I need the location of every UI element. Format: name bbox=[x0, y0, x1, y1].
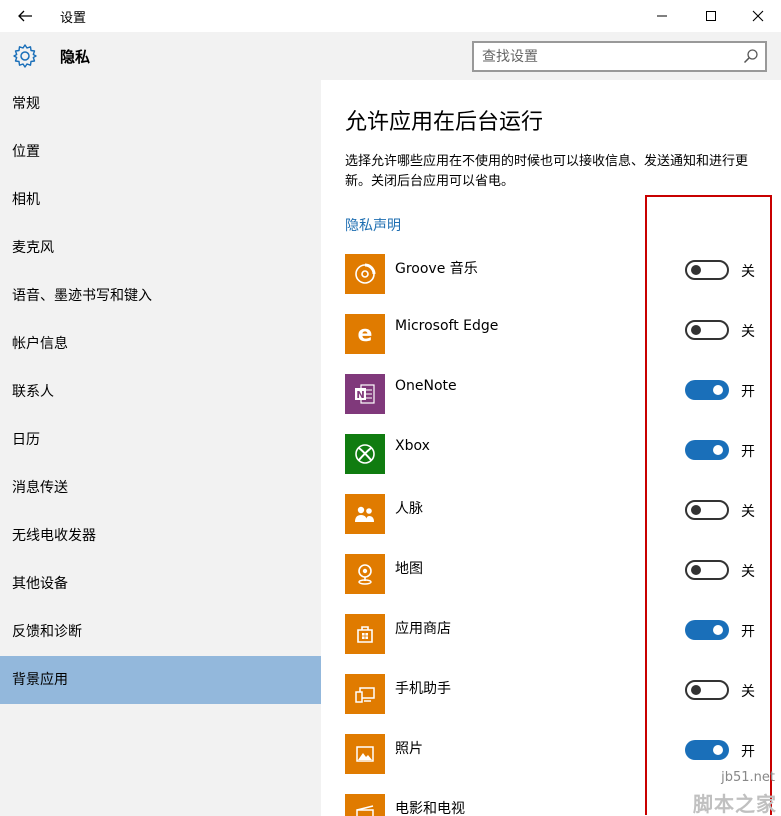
close-icon bbox=[752, 10, 764, 22]
watermark-url: jb51.net bbox=[721, 770, 775, 785]
watermark-text: 脚本之家 bbox=[693, 792, 777, 816]
back-arrow-icon bbox=[18, 10, 32, 22]
app-row-phone-companion: 手机助手 关 bbox=[345, 674, 765, 734]
background-toggle-groove[interactable] bbox=[685, 260, 729, 280]
photos-icon bbox=[345, 734, 385, 774]
background-toggle-edge[interactable] bbox=[685, 320, 729, 340]
toggle-state-label: 开 bbox=[741, 444, 755, 460]
toggle-knob bbox=[713, 625, 723, 635]
page-title: 隐私 bbox=[60, 48, 91, 66]
search-input[interactable] bbox=[482, 46, 732, 68]
sidebar-item-camera[interactable]: 相机 bbox=[0, 176, 321, 224]
app-row-onenote: N OneNote 开 bbox=[345, 374, 765, 434]
sidebar-item-feedback[interactable]: 反馈和诊断 bbox=[0, 608, 321, 656]
toggle-state-label: 开 bbox=[741, 624, 755, 640]
section-heading: 允许应用在后台运行 bbox=[345, 110, 544, 135]
groove-music-icon bbox=[345, 254, 385, 294]
main-content: 允许应用在后台运行 选择允许哪些应用在不使用的时候也可以接收信息、发送通知和进行… bbox=[321, 80, 781, 816]
app-name: 手机助手 bbox=[395, 681, 451, 697]
svg-text:N: N bbox=[356, 390, 364, 401]
sidebar-item-general[interactable]: 常规 bbox=[0, 80, 321, 128]
window-title: 设置 bbox=[60, 11, 87, 26]
minimize-icon bbox=[657, 15, 667, 17]
phone-companion-icon bbox=[345, 674, 385, 714]
sidebar-item-background-apps[interactable]: 背景应用 bbox=[0, 656, 321, 704]
app-name: 应用商店 bbox=[395, 621, 451, 637]
toggle-knob bbox=[713, 745, 723, 755]
app-row-people: 人脉 关 bbox=[345, 494, 765, 554]
app-row-xbox: Xbox 开 bbox=[345, 434, 765, 494]
maximize-icon bbox=[706, 11, 716, 21]
search-icon[interactable] bbox=[743, 48, 759, 64]
privacy-statement-link[interactable]: 隐私声明 bbox=[345, 215, 401, 235]
app-name: 地图 bbox=[395, 561, 423, 577]
app-row-groove: Groove 音乐 关 bbox=[345, 254, 765, 314]
background-toggle-maps[interactable] bbox=[685, 560, 729, 580]
sidebar-item-microphone[interactable]: 麦克风 bbox=[0, 224, 321, 272]
section-description: 选择允许哪些应用在不使用的时候也可以接收信息、发送通知和进行更新。关闭后台应用可… bbox=[345, 154, 749, 189]
settings-header: 隐私 bbox=[0, 32, 781, 80]
sidebar-item-speech-inking[interactable]: 语音、墨迹书写和键入 bbox=[0, 272, 321, 320]
toggle-state-label: 关 bbox=[741, 504, 755, 520]
toggle-state-label: 开 bbox=[741, 384, 755, 400]
search-box[interactable] bbox=[472, 41, 767, 72]
store-icon bbox=[345, 614, 385, 654]
xbox-icon bbox=[345, 434, 385, 474]
gear-icon bbox=[13, 44, 37, 68]
background-toggle-phone-companion[interactable] bbox=[685, 680, 729, 700]
toggle-state-label: 关 bbox=[741, 684, 755, 700]
app-name: Microsoft Edge bbox=[395, 318, 499, 334]
watermark: jb51.net 脚本之家 bbox=[629, 770, 779, 816]
app-row-maps: 地图 关 bbox=[345, 554, 765, 614]
app-name: Xbox bbox=[395, 438, 430, 454]
sidebar-item-account-info[interactable]: 帐户信息 bbox=[0, 320, 321, 368]
toggle-knob bbox=[713, 445, 723, 455]
toggle-state-label: 关 bbox=[741, 564, 755, 580]
toggle-knob bbox=[691, 565, 701, 575]
toggle-knob bbox=[713, 385, 723, 395]
app-name: OneNote bbox=[395, 378, 457, 394]
toggle-knob bbox=[691, 685, 701, 695]
minimize-button[interactable] bbox=[639, 0, 685, 32]
app-name: 人脉 bbox=[395, 501, 423, 517]
sidebar-item-radios[interactable]: 无线电收发器 bbox=[0, 512, 321, 560]
toggle-knob bbox=[691, 505, 701, 515]
back-button[interactable] bbox=[10, 4, 40, 28]
title-bar: 设置 bbox=[0, 0, 781, 32]
background-toggle-onenote[interactable] bbox=[685, 380, 729, 400]
app-name: Groove 音乐 bbox=[395, 261, 478, 277]
toggle-knob bbox=[691, 265, 701, 275]
background-toggle-photos[interactable] bbox=[685, 740, 729, 760]
sidebar-item-location[interactable]: 位置 bbox=[0, 128, 321, 176]
close-button[interactable] bbox=[735, 0, 781, 32]
sidebar-item-contacts[interactable]: 联系人 bbox=[0, 368, 321, 416]
onenote-icon: N bbox=[345, 374, 385, 414]
background-toggle-store[interactable] bbox=[685, 620, 729, 640]
svg-text:e: e bbox=[358, 322, 373, 346]
maximize-button[interactable] bbox=[688, 0, 734, 32]
app-name: 照片 bbox=[395, 741, 423, 757]
sidebar-item-other-devices[interactable]: 其他设备 bbox=[0, 560, 321, 608]
toggle-knob bbox=[691, 325, 701, 335]
app-row-edge: e Microsoft Edge 关 bbox=[345, 314, 765, 374]
maps-icon bbox=[345, 554, 385, 594]
toggle-state-label: 关 bbox=[741, 264, 755, 280]
app-row-store: 应用商店 开 bbox=[345, 614, 765, 674]
background-toggle-xbox[interactable] bbox=[685, 440, 729, 460]
toggle-state-label: 关 bbox=[741, 324, 755, 340]
app-name: 电影和电视 bbox=[395, 801, 465, 816]
people-icon bbox=[345, 494, 385, 534]
edge-icon: e bbox=[345, 314, 385, 354]
background-toggle-people[interactable] bbox=[685, 500, 729, 520]
sidebar-item-calendar[interactable]: 日历 bbox=[0, 416, 321, 464]
movies-tv-icon bbox=[345, 794, 385, 816]
toggle-state-label: 开 bbox=[741, 744, 755, 760]
sidebar-nav: 常规 位置 相机 麦克风 语音、墨迹书写和键入 帐户信息 联系人 日历 消息传送… bbox=[0, 80, 321, 816]
sidebar-item-messaging[interactable]: 消息传送 bbox=[0, 464, 321, 512]
